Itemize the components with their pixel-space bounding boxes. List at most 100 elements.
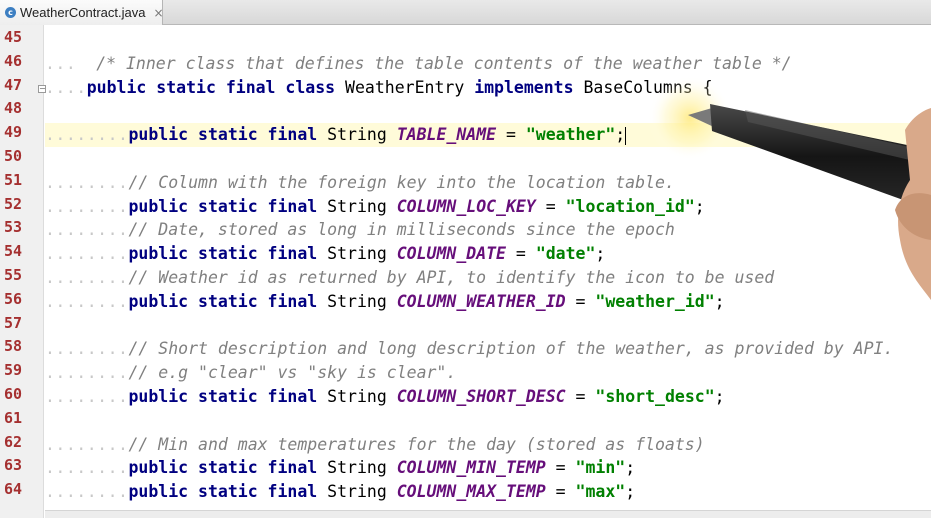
code-string: "min": [575, 458, 626, 478]
code-constant: TABLE_NAME: [396, 125, 497, 145]
ide-window: c WeatherContract.java × 45 46 47 48 49 …: [0, 0, 931, 518]
code-keyword: public static final: [128, 386, 318, 406]
line-number: 54: [3, 242, 22, 261]
code-string: "max": [575, 482, 626, 502]
code-line: ... /* Inner class that defines the tabl…: [45, 53, 792, 73]
code-type: String: [317, 458, 397, 478]
line-number: 56: [3, 289, 22, 308]
code-text: =: [535, 196, 566, 216]
code-text: ;: [595, 244, 606, 264]
code-line: ........// Short description and long de…: [45, 339, 894, 359]
line-number: 59: [3, 361, 22, 380]
code-text: ;: [714, 386, 725, 406]
code-line: ........public static final String COLUM…: [45, 386, 725, 406]
code-line: ........public static final String COLUM…: [45, 244, 606, 264]
line-number: 52: [3, 194, 22, 213]
java-class-icon: c: [5, 7, 16, 18]
code-line: ........// Column with the foreign key i…: [45, 172, 675, 192]
code-line: ........// Date, stored as long in milli…: [45, 220, 675, 240]
tab-label: WeatherContract.java: [20, 5, 146, 20]
code-text: ;: [625, 458, 636, 478]
code-comment: // Column with the foreign key into the …: [128, 172, 675, 192]
class-name: WeatherEntry: [335, 77, 475, 97]
code-constant: COLUMN_MIN_TEMP: [396, 458, 546, 478]
code-type: String: [317, 291, 397, 311]
code-editor[interactable]: ... /* Inner class that defines the tabl…: [45, 28, 931, 504]
code-text: =: [506, 244, 536, 264]
code-type: String: [317, 244, 397, 264]
code-constant: COLUMN_DATE: [396, 244, 506, 264]
code-text: =: [496, 125, 526, 145]
code-constant: COLUMN_MAX_TEMP: [396, 482, 546, 502]
code-comment: // Date, stored as long in milliseconds …: [128, 220, 675, 240]
line-number: 49: [3, 123, 22, 142]
code-constant: COLUMN_LOC_KEY: [396, 196, 536, 216]
code-type: String: [317, 196, 397, 216]
horizontal-scrollbar[interactable]: [45, 510, 931, 518]
code-keyword: public static final: [128, 196, 318, 216]
line-number: 46: [3, 51, 22, 70]
close-icon[interactable]: ×: [154, 6, 164, 20]
line-number: 51: [3, 170, 22, 189]
code-line: ........public static final String COLUM…: [45, 458, 636, 478]
line-number: 57: [3, 313, 22, 332]
code-line: ........public static final String COLUM…: [45, 291, 725, 311]
code-string: "location_id": [565, 196, 695, 216]
code-string: "date": [535, 244, 596, 264]
line-number: 48: [3, 99, 22, 118]
tab-weathercontract[interactable]: c WeatherContract.java ×: [0, 0, 164, 25]
code-string: "weather": [525, 125, 616, 145]
code-text: =: [565, 291, 596, 311]
code-text: ;: [625, 482, 636, 502]
code-string: "weather_id": [595, 291, 715, 311]
code-line: ........// Min and max temperatures for …: [45, 434, 705, 454]
text-caret: [625, 126, 627, 145]
line-number: 45: [3, 28, 22, 46]
code-type: String: [317, 386, 397, 406]
code-keyword: public static final: [128, 244, 318, 264]
line-number: 53: [3, 218, 22, 237]
current-code-line: ........public static final String TABLE…: [45, 123, 931, 147]
code-text: BaseColumns {: [573, 77, 713, 97]
code-line: ....public static final class WeatherEnt…: [45, 77, 713, 97]
line-number: 64: [3, 480, 22, 499]
line-number: 55: [3, 265, 22, 284]
code-constant: COLUMN_SHORT_DESC: [396, 386, 566, 406]
line-number: 61: [3, 408, 22, 427]
code-keyword: public static final class: [86, 77, 336, 97]
editor-tab-bar: c WeatherContract.java ×: [0, 0, 931, 25]
code-string: "short_desc": [595, 386, 715, 406]
code-comment: // Min and max temperatures for the day …: [128, 434, 705, 454]
line-number: 60: [3, 384, 22, 403]
line-number: 63: [3, 456, 22, 475]
code-keyword: implements: [474, 77, 574, 97]
code-type: String: [317, 482, 397, 502]
code-line: ........// Weather id as returned by API…: [45, 267, 775, 287]
code-keyword: public static final: [128, 125, 318, 145]
code-keyword: public static final: [128, 291, 318, 311]
code-text: ;: [615, 125, 626, 145]
code-text: ;: [694, 196, 705, 216]
code-comment: // Short description and long descriptio…: [128, 339, 894, 359]
line-numbers: 45 46 47 48 49 50 51 52 53 54 55 56 57 5…: [0, 28, 22, 504]
code-line: ........// e.g "clear" vs "sky is clear"…: [45, 363, 457, 383]
line-number: 62: [3, 432, 22, 451]
code-type: String: [317, 125, 397, 145]
code-line: ........public static final String COLUM…: [45, 196, 705, 216]
line-number: 47: [3, 75, 22, 94]
line-number: 50: [3, 146, 22, 165]
code-text: =: [545, 458, 576, 478]
code-keyword: public static final: [128, 458, 318, 478]
code-comment: /* Inner class that defines the table co…: [96, 53, 792, 73]
code-constant: COLUMN_WEATHER_ID: [396, 291, 566, 311]
code-line: ........public static final String COLUM…: [45, 482, 636, 502]
code-comment: // Weather id as returned by API, to ide…: [128, 267, 775, 287]
code-text: =: [565, 386, 596, 406]
code-text: =: [545, 482, 576, 502]
code-text: ;: [714, 291, 725, 311]
